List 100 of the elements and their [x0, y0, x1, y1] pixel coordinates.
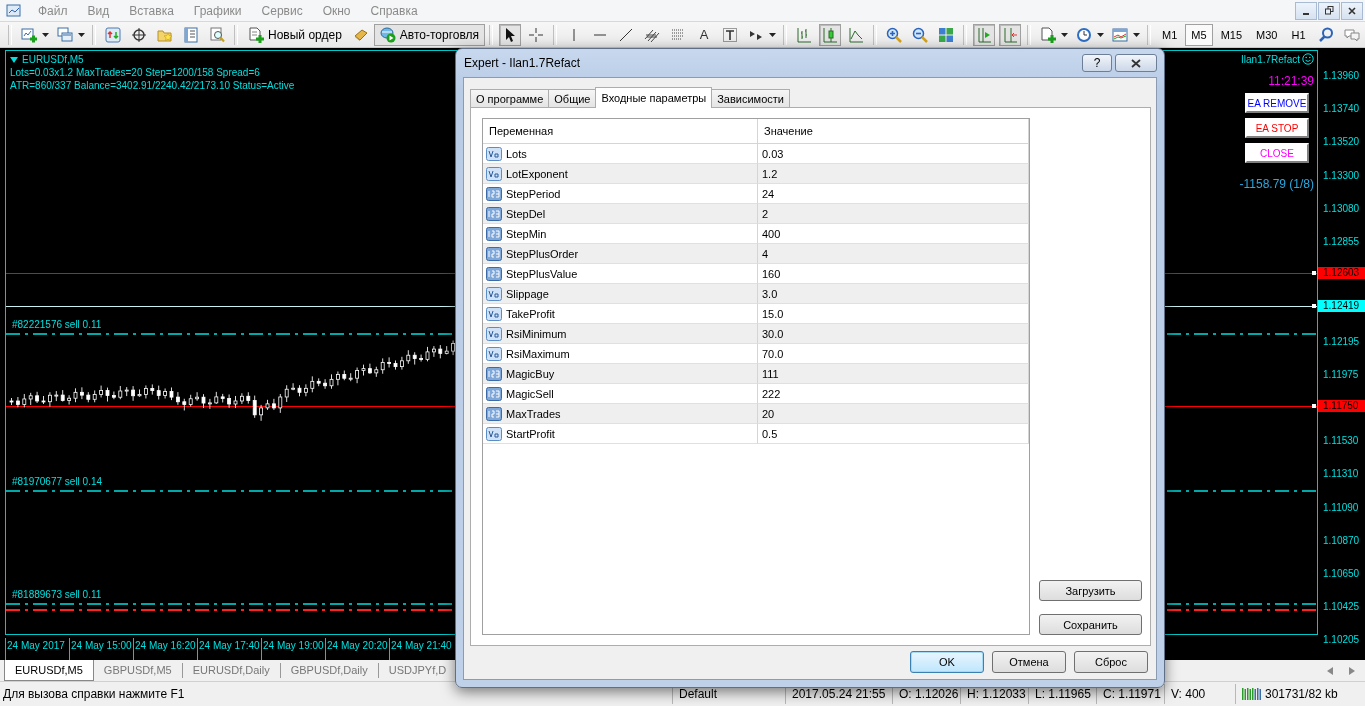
globe-play-icon[interactable]: [379, 26, 396, 43]
dialog-button[interactable]: Сброс: [1074, 651, 1148, 673]
ea-button[interactable]: EA STOP: [1245, 118, 1309, 138]
status-traffic: 301731/82 kb: [1265, 687, 1338, 701]
parameter-name: TakeProfit: [506, 307, 555, 320]
dialog-tab[interactable]: Зависимости: [711, 89, 790, 107]
caret-icon[interactable]: [769, 32, 777, 37]
number-icon: [486, 386, 502, 401]
parameter-value[interactable]: 0.5: [758, 424, 1029, 444]
chart-tab[interactable]: GBPUSDf,M5: [93, 663, 183, 678]
variable-icon: [486, 426, 502, 441]
parameter-value[interactable]: 1.2: [758, 164, 1029, 184]
parameter-value[interactable]: 20: [758, 404, 1029, 424]
dialog-button[interactable]: Загрузить: [1039, 580, 1142, 601]
parameter-value[interactable]: 2: [758, 204, 1029, 224]
chart-tab[interactable]: EURUSDf,M5: [4, 660, 94, 681]
parameter-name: Lots: [506, 147, 527, 160]
price-label: 1.11310: [1323, 468, 1359, 481]
number-icon: [486, 206, 502, 221]
parameter-name: MaxTrades: [506, 407, 561, 420]
ea-button[interactable]: EA REMOVE: [1245, 93, 1309, 113]
caret-icon[interactable]: [42, 32, 49, 37]
variable-icon: [486, 146, 502, 161]
number-icon: [486, 266, 502, 281]
cursor-icon[interactable]: [499, 23, 522, 46]
dialog-title: Expert - Ilan1.7Refact: [464, 56, 581, 70]
caret-icon[interactable]: [78, 32, 85, 37]
autoscroll-icon[interactable]: [973, 23, 996, 46]
app-icon[interactable]: [6, 2, 22, 19]
scroll-left-icon[interactable]: [1327, 666, 1333, 675]
status-volume: V: 400: [1164, 684, 1235, 704]
close-icon[interactable]: [1131, 58, 1141, 68]
help-button[interactable]: ?: [1082, 54, 1112, 72]
parameter-value[interactable]: 4: [758, 244, 1029, 264]
close-button[interactable]: [1341, 1, 1363, 20]
candlestick-icon[interactable]: [819, 23, 842, 46]
caret-icon[interactable]: [1097, 32, 1105, 37]
column-header[interactable]: Значение: [758, 119, 1029, 143]
parameter-value[interactable]: 30.0: [758, 324, 1029, 344]
document-plus-icon[interactable]: [248, 26, 264, 43]
parameter-name: RsiMinimum: [506, 327, 567, 340]
ea-info-text: Lots=0.03x1.2 MaxTrades=20 Step=1200/158 Spread=6: [10, 66, 261, 79]
price-label: 1.11975: [1323, 368, 1359, 381]
parameter-name: Slippage: [506, 287, 549, 300]
restore-icon[interactable]: [1324, 6, 1334, 15]
order-label: #81889673 sell 0.11: [12, 589, 102, 600]
number-icon: [486, 406, 502, 421]
parameter-value[interactable]: 3.0: [758, 284, 1029, 304]
price-label: 1.12855: [1323, 236, 1360, 248]
price-label: 1.10870: [1323, 534, 1360, 547]
price-label: 1.10205: [1323, 634, 1360, 647]
price-tag: 1.11750: [1318, 400, 1365, 412]
variable-icon: [486, 166, 502, 181]
column-header[interactable]: Переменная: [483, 119, 758, 143]
toolbar-button[interactable]: Авто-торговля: [373, 23, 486, 46]
collapse-triangle-icon[interactable]: [10, 56, 18, 63]
line-handle: [1312, 404, 1316, 408]
price-tag: 1.12603: [1318, 267, 1365, 280]
timeframe-button[interactable]: M15: [1214, 23, 1249, 46]
parameter-name: StepMin: [506, 227, 547, 240]
parameter-name: StepDel: [506, 207, 546, 220]
order-label: #82221576 sell 0.11: [12, 319, 102, 330]
dialog-tab[interactable]: Общие: [548, 89, 597, 107]
dialog-tab[interactable]: Входные параметры: [595, 87, 713, 108]
restore-button[interactable]: [1318, 1, 1340, 20]
number-icon: [486, 186, 502, 201]
minimize-button[interactable]: [1295, 1, 1317, 20]
connection-bars-icon: [1242, 687, 1262, 701]
number-icon: [486, 366, 502, 381]
chart-tab[interactable]: GBPUSDf,Daily: [280, 663, 379, 678]
timeframe-button[interactable]: H1: [1285, 23, 1312, 46]
parameter-name: StepPlusValue: [506, 267, 578, 280]
parameter-value[interactable]: 111: [758, 364, 1029, 384]
timeframe-button[interactable]: M30: [1250, 23, 1284, 46]
scroll-right-icon[interactable]: [1349, 666, 1355, 675]
line-handle: [1312, 304, 1316, 309]
close-icon[interactable]: [1348, 6, 1356, 15]
dialog-button[interactable]: Сохранить: [1039, 614, 1142, 635]
chart-symbol: EURUSDf,M5: [22, 53, 84, 66]
line-handle: [1312, 271, 1316, 276]
parameter-name: MagicSell: [506, 387, 554, 400]
dialog-button[interactable]: OK: [910, 651, 984, 673]
price-tag: 1.12419: [1318, 300, 1365, 313]
timeframe-button[interactable]: M5: [1185, 23, 1213, 46]
close-button[interactable]: [1115, 54, 1157, 72]
timeframe-button[interactable]: M1: [1156, 23, 1184, 46]
caret-icon[interactable]: [1061, 32, 1069, 37]
toolbar-button[interactable]: Новый ордер: [242, 23, 348, 46]
price-label: 1.13740: [1323, 103, 1360, 116]
caret-icon[interactable]: [1133, 32, 1141, 37]
price-label: 1.13960: [1323, 70, 1360, 82]
price-label: 1.10425: [1323, 601, 1360, 614]
variable-icon: [486, 326, 502, 341]
chart-tab[interactable]: EURUSDf,Daily: [182, 663, 281, 678]
dialog-button[interactable]: Отмена: [992, 651, 1066, 673]
chart-shift-icon[interactable]: [999, 23, 1022, 46]
dialog-tab[interactable]: О программе: [470, 89, 550, 107]
text-tool[interactable]: A: [693, 23, 716, 46]
price-label: 1.13520: [1323, 136, 1360, 149]
number-icon: [486, 246, 502, 261]
